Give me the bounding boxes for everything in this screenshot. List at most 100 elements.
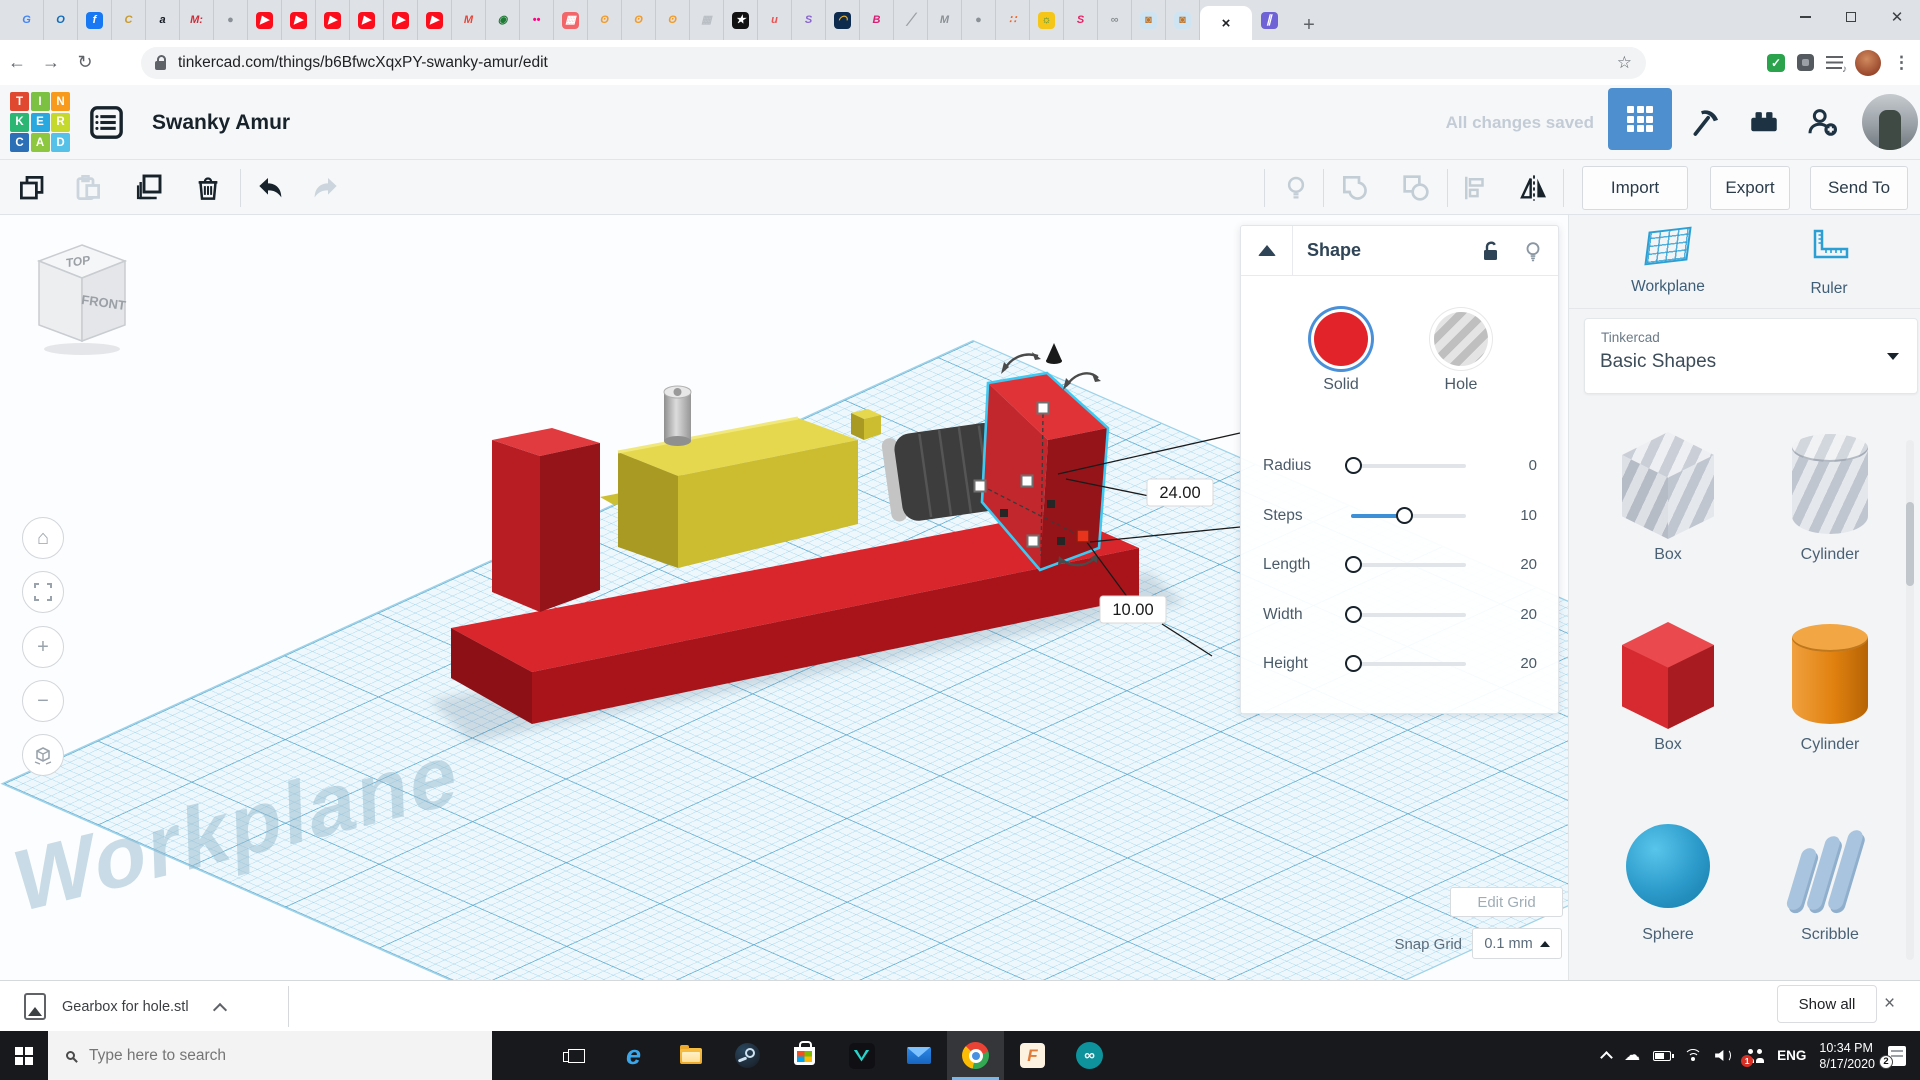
pinned-tab-quill[interactable]: ╱: [894, 0, 928, 40]
pinned-tab-youtube[interactable]: ▶: [316, 0, 350, 40]
maximize-button[interactable]: [1828, 0, 1874, 34]
duplicate-button[interactable]: [130, 170, 166, 206]
slider-handle[interactable]: [1345, 605, 1363, 623]
pinned-tab-youtube[interactable]: ▶: [384, 0, 418, 40]
notification-center-icon[interactable]: 2: [1879, 1045, 1906, 1069]
battery-icon[interactable]: [1653, 1050, 1675, 1061]
active-tab[interactable]: ×: [1200, 6, 1252, 40]
copy-button[interactable]: [14, 170, 50, 206]
slider-track[interactable]: [1345, 605, 1466, 623]
language-indicator[interactable]: ENG: [1777, 1048, 1806, 1063]
slider-track[interactable]: [1351, 506, 1466, 524]
unlock-icon[interactable]: [1478, 239, 1502, 263]
shape-tile-scribble[interactable]: Scribble: [1755, 800, 1905, 990]
pinned-tab-amazon[interactable]: a: [146, 0, 180, 40]
pinned-tab-outlook[interactable]: O: [44, 0, 78, 40]
pinned-tab-youtube[interactable]: ▶: [248, 0, 282, 40]
taskbar-chrome[interactable]: [947, 1031, 1004, 1080]
people-icon[interactable]: 1: [1741, 1048, 1765, 1067]
taskbar-ms-store[interactable]: [776, 1031, 833, 1080]
taskbar-steam[interactable]: [719, 1031, 776, 1080]
pinned-tab-green-ring[interactable]: ◉: [486, 0, 520, 40]
taskbar-fusion360[interactable]: F: [1004, 1031, 1061, 1080]
pinned-tab-medium[interactable]: M: [928, 0, 962, 40]
taskbar-mail[interactable]: [890, 1031, 947, 1080]
slider-track[interactable]: [1345, 655, 1466, 672]
pinned-tab-lightbulb[interactable]: ʘ: [656, 0, 690, 40]
url-text[interactable]: tinkercad.com/things/b6BfwcXqxPY-swanky-…: [178, 54, 548, 72]
yellow-gearbox[interactable]: [617, 416, 858, 568]
reload-icon[interactable]: ↻: [68, 52, 102, 73]
share-invite-button[interactable]: [1798, 98, 1846, 146]
workplane-tool[interactable]: Workplane: [1593, 226, 1743, 296]
bookmark-star-icon[interactable]: ☆: [1617, 53, 1632, 73]
close-button[interactable]: ✕: [1874, 0, 1920, 34]
pinned-tab-youtube[interactable]: ▶: [282, 0, 316, 40]
paste-button[interactable]: [70, 170, 106, 206]
group-button[interactable]: [1337, 170, 1373, 206]
slider-handle[interactable]: [1345, 457, 1363, 474]
shape-tile-box-hole[interactable]: Box: [1593, 420, 1743, 610]
taskbar-search[interactable]: [48, 1031, 492, 1080]
perspective-toggle-button[interactable]: [22, 734, 64, 776]
import-button[interactable]: Import: [1582, 166, 1688, 210]
slider-handle[interactable]: [1396, 506, 1414, 524]
pinned-tab-adafruit[interactable]: ★: [724, 0, 758, 40]
undo-button[interactable]: [252, 170, 288, 206]
pinned-tab-lightbulb[interactable]: ʘ: [588, 0, 622, 40]
mirror-button[interactable]: [1516, 170, 1552, 206]
ruler-tool[interactable]: Ruler: [1754, 229, 1904, 298]
start-button[interactable]: [0, 1031, 48, 1080]
pinned-tab-macmillan[interactable]: M:: [180, 0, 214, 40]
pinned-tab-stem[interactable]: S: [1064, 0, 1098, 40]
pinned-tab-lightbulb[interactable]: ʘ: [622, 0, 656, 40]
new-tab-button[interactable]: +: [1294, 10, 1324, 40]
pinned-tab-gmail[interactable]: M: [452, 0, 486, 40]
pinned-tab-udemy[interactable]: u: [758, 0, 792, 40]
dimension-label-width[interactable]: 24.00: [1146, 478, 1214, 507]
browser-profile-avatar[interactable]: [1855, 49, 1881, 76]
export-button[interactable]: Export: [1710, 166, 1790, 210]
pinned-tab-globe[interactable]: ●: [962, 0, 996, 40]
shape-tile-cylinder[interactable]: Cylinder: [1755, 610, 1905, 800]
shape-tile-cylinder-hole[interactable]: Cylinder: [1755, 420, 1905, 610]
pinned-tab-microbit-gray[interactable]: ▦: [690, 0, 724, 40]
extension-playlist-icon[interactable]: [1826, 56, 1847, 75]
scrollbar-thumb[interactable]: [1906, 502, 1914, 586]
extension-icon[interactable]: [1797, 54, 1814, 71]
small-yellow-cube[interactable]: [851, 409, 881, 440]
slider-track[interactable]: [1345, 556, 1466, 573]
download-bar-close-icon[interactable]: ×: [1884, 993, 1895, 1015]
taskbar-edge[interactable]: e: [605, 1031, 662, 1080]
address-bar[interactable]: tinkercad.com/things/b6BfwcXqxPY-swanky-…: [141, 47, 1646, 79]
minecraft-export-button[interactable]: [1682, 98, 1730, 146]
pinned-tab-cricut[interactable]: C: [112, 0, 146, 40]
redo-button[interactable]: [308, 170, 344, 206]
onedrive-cloud-icon[interactable]: ☁: [1624, 1047, 1640, 1064]
user-avatar[interactable]: [1862, 94, 1918, 150]
slider-handle[interactable]: [1345, 655, 1363, 672]
red-tall-box[interactable]: [492, 428, 600, 612]
design-properties-button[interactable]: [88, 104, 125, 141]
hole-swatch[interactable]: [1434, 312, 1488, 366]
scale-cone-handle[interactable]: [1046, 343, 1062, 364]
send-to-button[interactable]: Send To: [1810, 166, 1908, 210]
pinned-tab-dot-grid[interactable]: ∷: [996, 0, 1030, 40]
download-filename[interactable]: Gearbox for hole.stl: [62, 999, 189, 1015]
forward-icon[interactable]: →: [34, 52, 68, 73]
dashboard-grid-button[interactable]: [1608, 88, 1672, 150]
extension-check-icon[interactable]: ✓: [1767, 53, 1785, 72]
pinned-tab-translate[interactable]: G: [10, 0, 44, 40]
pinned-tab-robot[interactable]: ◙: [1132, 0, 1166, 40]
design-title[interactable]: Swanky Amur: [152, 85, 290, 160]
pinned-tab-cs-first[interactable]: ☼: [1030, 0, 1064, 40]
align-button[interactable]: [1457, 170, 1493, 206]
delete-button[interactable]: [190, 170, 226, 206]
pinned-tab-purple[interactable]: ∥: [1252, 0, 1286, 40]
zoom-in-button[interactable]: +: [22, 626, 64, 668]
home-view-button[interactable]: ⌂: [22, 517, 64, 559]
slider-track[interactable]: [1345, 457, 1466, 474]
view-cube[interactable]: TOP FRONT: [30, 237, 140, 357]
volume-icon[interactable]: [1715, 1049, 1733, 1062]
pinned-tab-scratch[interactable]: S: [792, 0, 826, 40]
